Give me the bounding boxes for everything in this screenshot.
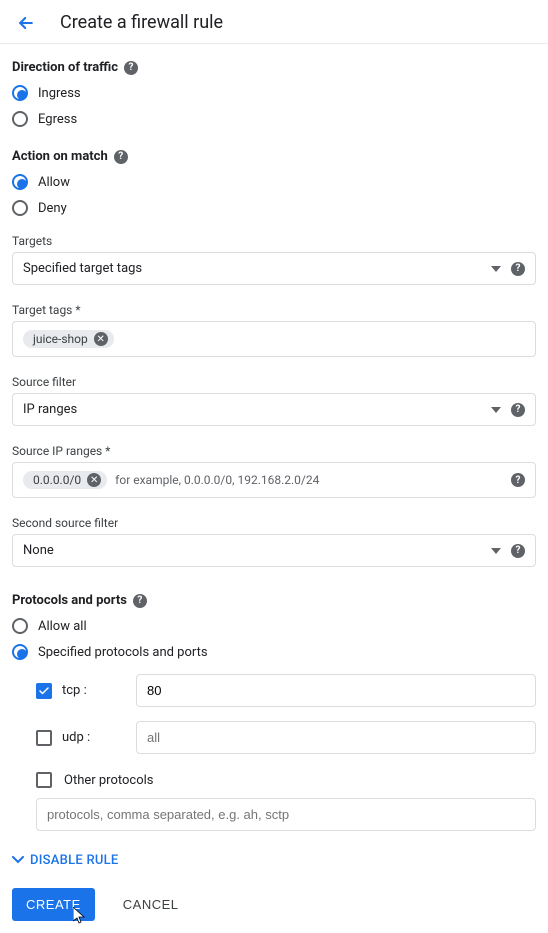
action-allow-option[interactable]: Allow (12, 174, 536, 190)
tcp-row: tcp : (36, 674, 536, 707)
chip-ip-range[interactable]: 0.0.0.0/0 ✕ (23, 471, 107, 489)
target-tags-field: Target tags * juice-shop ✕ (12, 303, 536, 357)
disable-rule-toggle[interactable]: DISABLE RULE (12, 853, 536, 868)
help-icon[interactable]: ? (511, 473, 525, 487)
other-protocols-input[interactable] (36, 798, 536, 831)
help-icon[interactable]: ? (133, 594, 147, 608)
radio-icon (12, 618, 28, 634)
direction-egress-option[interactable]: Egress (12, 111, 536, 127)
radio-icon (12, 111, 28, 127)
second-source-filter-label: Second source filter (12, 516, 536, 530)
radio-icon (12, 200, 28, 216)
protocols-specified-option[interactable]: Specified protocols and ports (12, 644, 536, 660)
targets-select[interactable]: Specified target tags ? (12, 252, 536, 285)
udp-row: udp : (36, 721, 536, 754)
source-filter-label: Source filter (12, 375, 536, 389)
direction-label-text: Direction of traffic (12, 60, 118, 75)
other-protocols-label: Other protocols (64, 773, 154, 788)
cancel-button-label: CANCEL (123, 897, 179, 912)
radio-icon (12, 174, 28, 190)
direction-egress-label: Egress (38, 112, 77, 127)
dropdown-icon (491, 261, 501, 276)
protocols-label: Protocols and ports ? (12, 593, 536, 608)
protocols-allow-all-label: Allow all (38, 619, 87, 634)
chip-label: 0.0.0.0/0 (33, 473, 81, 487)
other-protocols-row: Other protocols (36, 772, 536, 788)
direction-ingress-label: Ingress (38, 86, 81, 101)
dropdown-icon (491, 402, 501, 417)
chip-label: juice-shop (33, 332, 88, 346)
protocols-label-text: Protocols and ports (12, 593, 127, 608)
radio-icon (12, 644, 28, 660)
tcp-checkbox[interactable] (36, 683, 52, 699)
cancel-button[interactable]: CANCEL (119, 888, 183, 921)
action-allow-label: Allow (38, 175, 70, 190)
help-icon[interactable]: ? (114, 150, 128, 164)
source-filter-select[interactable]: IP ranges ? (12, 393, 536, 426)
help-icon[interactable]: ? (511, 544, 525, 558)
source-ip-ranges-field: Source IP ranges * 0.0.0.0/0 ✕ for examp… (12, 444, 536, 498)
action-label-text: Action on match (12, 149, 108, 164)
tcp-ports-input[interactable] (136, 674, 536, 707)
target-tags-input[interactable]: juice-shop ✕ (12, 321, 536, 357)
action-label: Action on match ? (12, 149, 536, 164)
chip-remove-icon[interactable]: ✕ (94, 332, 108, 346)
help-icon[interactable]: ? (511, 262, 525, 276)
page-header: Create a firewall rule (0, 0, 548, 44)
chip-juice-shop[interactable]: juice-shop ✕ (23, 330, 114, 348)
tcp-label: tcp : (62, 683, 87, 698)
dropdown-icon (491, 543, 501, 558)
chip-remove-icon[interactable]: ✕ (87, 473, 101, 487)
form-actions: CREATE CANCEL (12, 888, 536, 921)
targets-label: Targets (12, 234, 536, 248)
udp-ports-input[interactable] (136, 721, 536, 754)
back-arrow-icon[interactable] (16, 13, 36, 33)
radio-icon (12, 85, 28, 101)
disable-rule-label: DISABLE RULE (30, 853, 119, 868)
source-ip-ranges-label: Source IP ranges * (12, 444, 536, 458)
targets-field: Targets Specified target tags ? (12, 234, 536, 285)
chevron-down-icon (12, 853, 24, 868)
source-filter-field: Source filter IP ranges ? (12, 375, 536, 426)
second-source-filter-field: Second source filter None ? (12, 516, 536, 567)
udp-checkbox[interactable] (36, 730, 52, 746)
other-protocols-checkbox[interactable] (36, 772, 52, 788)
protocols-specified-label: Specified protocols and ports (38, 645, 208, 660)
target-tags-label: Target tags * (12, 303, 536, 317)
help-icon[interactable]: ? (511, 403, 525, 417)
direction-label: Direction of traffic ? (12, 60, 536, 75)
create-button[interactable]: CREATE (12, 888, 95, 921)
source-ip-ranges-input[interactable]: 0.0.0.0/0 ✕ for example, 0.0.0.0/0, 192.… (12, 462, 536, 498)
action-deny-option[interactable]: Deny (12, 200, 536, 216)
source-ip-ranges-hint: for example, 0.0.0.0/0, 192.168.2.0/24 (115, 473, 319, 487)
protocols-allow-all-option[interactable]: Allow all (12, 618, 536, 634)
udp-label: udp : (62, 730, 90, 745)
direction-ingress-option[interactable]: Ingress (12, 85, 536, 101)
page-title: Create a firewall rule (60, 12, 223, 33)
second-source-filter-value: None (23, 543, 491, 558)
second-source-filter-select[interactable]: None ? (12, 534, 536, 567)
help-icon[interactable]: ? (124, 61, 138, 75)
source-filter-value: IP ranges (23, 402, 491, 417)
targets-value: Specified target tags (23, 261, 491, 276)
action-deny-label: Deny (38, 201, 67, 216)
create-button-label: CREATE (26, 897, 81, 912)
